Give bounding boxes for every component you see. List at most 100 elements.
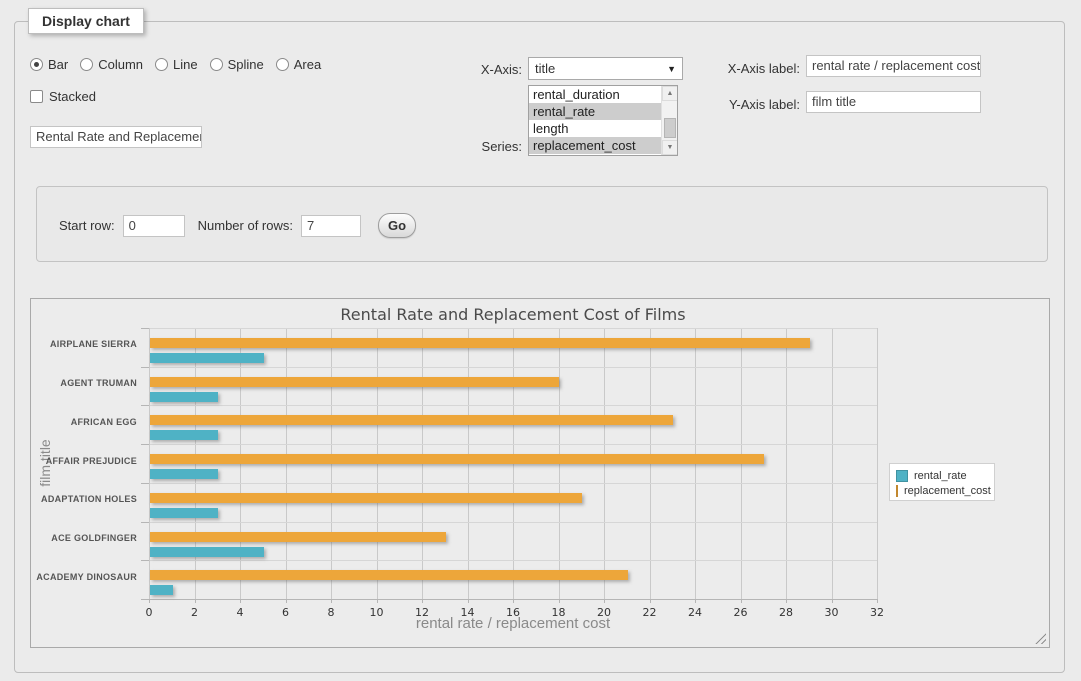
bar-replacement_cost[interactable]: [150, 493, 582, 503]
y-tick-mark: [141, 599, 149, 600]
y-tick-mark: [141, 483, 149, 484]
x-tick-label: 18: [544, 606, 574, 619]
category-gridline: [149, 405, 877, 406]
bar-replacement_cost[interactable]: [150, 415, 673, 425]
y-axis-label-caption: Y-Axis label:: [690, 97, 800, 112]
bar-replacement_cost[interactable]: [150, 377, 559, 387]
category-gridline: [149, 560, 877, 561]
x-tick-label: 12: [407, 606, 437, 619]
category-gridline: [149, 444, 877, 445]
bar-rental_rate[interactable]: [150, 469, 218, 479]
category-label: AFFAIR PREJUDICE: [31, 456, 137, 466]
number-of-rows-input[interactable]: 7: [301, 215, 361, 237]
radio-item-bar: Bar: [30, 57, 68, 72]
x-axis-select[interactable]: title ▼: [528, 57, 683, 80]
series-listbox[interactable]: rental_duration rental_rate length repla…: [528, 85, 678, 156]
category-label: AGENT TRUMAN: [31, 378, 137, 388]
category-label: AFRICAN EGG: [31, 417, 137, 427]
x-tick-mark: [877, 599, 878, 603]
stacked-row: Stacked: [30, 89, 96, 104]
radio-line-label[interactable]: Line: [173, 57, 198, 72]
x-axis-line: [149, 599, 877, 600]
category-gridline: [149, 483, 877, 484]
scrollbar-thumb[interactable]: [664, 118, 676, 138]
legend-item-replacement-cost[interactable]: replacement_cost: [896, 483, 988, 498]
x-axis-label-caption: X-Axis label:: [690, 61, 800, 76]
bar-rental_rate[interactable]: [150, 508, 218, 518]
stacked-label[interactable]: Stacked: [49, 89, 96, 104]
x-tick-label: 8: [316, 606, 346, 619]
radio-area[interactable]: [276, 58, 289, 71]
y-tick-mark: [141, 328, 149, 329]
radio-bar-label[interactable]: Bar: [48, 57, 68, 72]
radio-area-label[interactable]: Area: [294, 57, 321, 72]
series-option-rental-duration[interactable]: rental_duration: [529, 86, 662, 103]
bar-replacement_cost[interactable]: [150, 338, 810, 348]
chart-title-input[interactable]: Rental Rate and Replacemen: [30, 126, 202, 148]
chevron-down-icon: ▼: [667, 64, 676, 74]
x-tick-label: 26: [726, 606, 756, 619]
series-listbox-label: Series:: [420, 139, 522, 154]
bar-replacement_cost[interactable]: [150, 454, 764, 464]
radio-spline[interactable]: [210, 58, 223, 71]
fieldset-legend: Display chart: [28, 8, 144, 34]
x-tick-label: 2: [180, 606, 210, 619]
category-label: ADAPTATION HOLES: [31, 494, 137, 504]
category-label: ACE GOLDFINGER: [31, 533, 137, 543]
y-tick-mark: [141, 560, 149, 561]
radio-item-line: Line: [155, 57, 198, 72]
category-label: AIRPLANE SIERRA: [31, 339, 137, 349]
x-tick-label: 22: [635, 606, 665, 619]
chart-canvas: Rental Rate and Replacement Cost of Film…: [31, 299, 1049, 647]
x-gridline: [832, 328, 833, 599]
scroll-down-icon[interactable]: ▼: [662, 140, 678, 155]
x-tick-label: 14: [453, 606, 483, 619]
listbox-scrollbar[interactable]: ▲ ▼: [661, 86, 677, 155]
x-tick-label: 24: [680, 606, 710, 619]
start-row-label: Start row:: [59, 218, 115, 233]
radio-column[interactable]: [80, 58, 93, 71]
start-row-input[interactable]: 0: [123, 215, 185, 237]
series-option-rental-rate[interactable]: rental_rate: [529, 103, 662, 120]
bar-rental_rate[interactable]: [150, 585, 173, 595]
bar-rental_rate[interactable]: [150, 547, 264, 557]
x-gridline: [786, 328, 787, 599]
radio-item-area: Area: [276, 57, 321, 72]
x-gridline: [877, 328, 878, 599]
radio-bar[interactable]: [30, 58, 43, 71]
y-tick-mark: [141, 367, 149, 368]
x-axis-select-label: X-Axis:: [420, 62, 522, 77]
y-axis-label-input[interactable]: film title: [806, 91, 981, 113]
x-tick-label: 4: [225, 606, 255, 619]
bar-rental_rate[interactable]: [150, 392, 218, 402]
legend-item-rental-rate[interactable]: rental_rate: [896, 468, 988, 483]
bar-replacement_cost[interactable]: [150, 532, 446, 542]
x-tick-label: 10: [362, 606, 392, 619]
x-tick-label: 32: [862, 606, 892, 619]
x-tick-label: 0: [134, 606, 164, 619]
x-axis-label-input[interactable]: rental rate / replacement cost: [806, 55, 981, 77]
bar-rental_rate[interactable]: [150, 430, 218, 440]
chart-panel: Rental Rate and Replacement Cost of Film…: [30, 298, 1050, 648]
go-button[interactable]: Go: [378, 213, 416, 238]
legend-swatch-replacement-cost: [896, 485, 898, 497]
x-axis-selected-value: title: [535, 61, 555, 76]
chart-legend: rental_rate replacement_cost: [889, 463, 995, 501]
scroll-up-icon[interactable]: ▲: [662, 86, 678, 101]
chart-type-radio-group: Bar Column Line Spline Area: [30, 57, 321, 72]
y-tick-mark: [141, 522, 149, 523]
bar-rental_rate[interactable]: [150, 353, 264, 363]
radio-item-spline: Spline: [210, 57, 264, 72]
radio-column-label[interactable]: Column: [98, 57, 143, 72]
radio-spline-label[interactable]: Spline: [228, 57, 264, 72]
bar-replacement_cost[interactable]: [150, 570, 628, 580]
y-tick-mark: [141, 444, 149, 445]
category-gridline: [149, 367, 877, 368]
series-option-length[interactable]: length: [529, 120, 662, 137]
stacked-checkbox[interactable]: [30, 90, 43, 103]
legend-label-replacement-cost: replacement_cost: [904, 485, 991, 497]
series-option-replacement-cost[interactable]: replacement_cost: [529, 137, 662, 154]
x-tick-label: 28: [771, 606, 801, 619]
radio-line[interactable]: [155, 58, 168, 71]
number-of-rows-label: Number of rows:: [198, 218, 293, 233]
